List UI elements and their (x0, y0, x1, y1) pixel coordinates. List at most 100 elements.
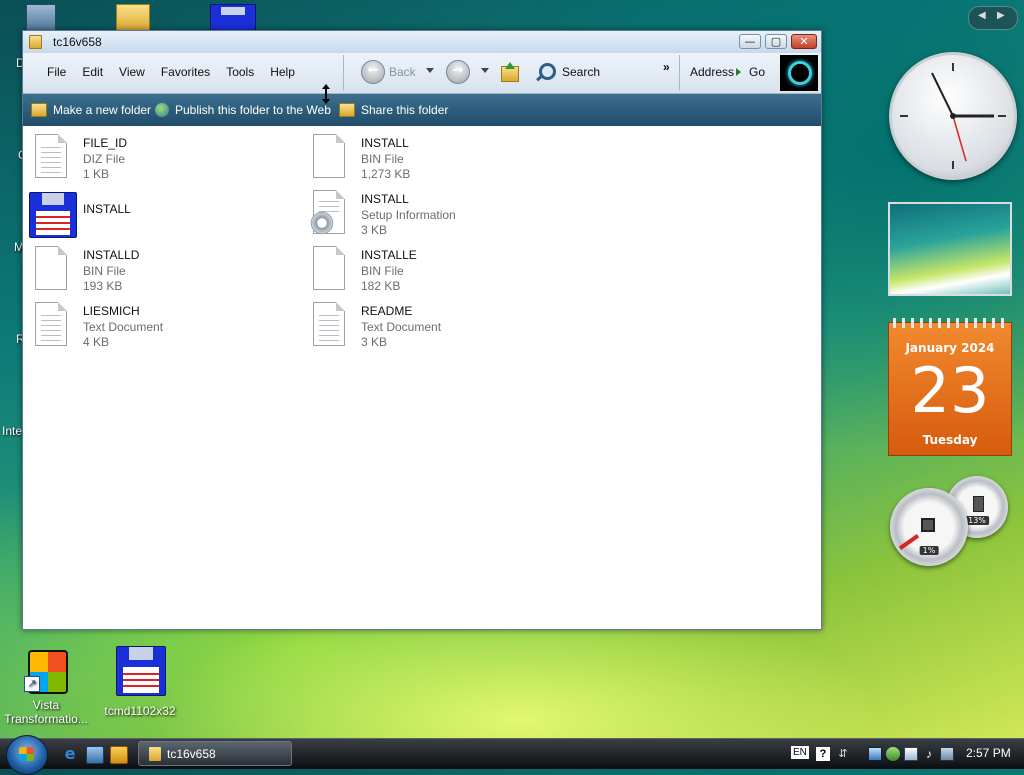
cpu-percent: 1% (919, 546, 939, 555)
calendar-weekday: Tuesday (922, 433, 978, 447)
file-type: Text Document (83, 320, 164, 334)
maximize-button[interactable]: ▢ (765, 34, 787, 49)
taskbar-window-button[interactable]: tc16v658 (138, 741, 292, 766)
menu-tools[interactable]: Tools (218, 65, 262, 79)
desktop-icon-tcmd[interactable]: tcmd1102x32 (98, 646, 182, 718)
toolbar-chevron-icon[interactable]: » (663, 60, 670, 74)
toolbar-separator (343, 55, 344, 91)
file-name: INSTALL (83, 202, 131, 216)
media-player-icon[interactable] (110, 746, 128, 764)
menu-help[interactable]: Help (262, 65, 303, 79)
toolbar-separator (679, 55, 680, 91)
back-label[interactable]: Back (389, 65, 416, 79)
desktop-icon-label: tcmd1102x32 (104, 704, 176, 718)
go-button[interactable]: Go (749, 65, 765, 79)
tray-app-icon[interactable] (886, 747, 900, 761)
back-arrow-icon: ← (367, 63, 379, 78)
file-item[interactable]: LIESMICH Text Document 4 KB (23, 298, 293, 350)
tray-arrows-icon[interactable]: ⇵ (836, 747, 850, 761)
file-type: DIZ File (83, 152, 125, 166)
file-name: INSTALL (361, 192, 409, 206)
cpu-chip-icon (921, 518, 935, 532)
setup-information-icon (309, 190, 347, 236)
blank-file-icon (311, 134, 347, 180)
search-button[interactable]: Search (562, 65, 600, 79)
vista-transformation-icon: ↗ (22, 648, 70, 696)
file-name: LIESMICH (83, 304, 140, 318)
make-new-folder-label: Make a new folder (53, 103, 152, 117)
internet-explorer-icon[interactable]: e (62, 746, 78, 762)
file-size: 1 KB (83, 167, 110, 181)
forward-dropdown-icon[interactable] (481, 68, 489, 73)
sidebar-prev-icon[interactable]: ◀ (978, 10, 986, 21)
memory-chip-icon (973, 496, 984, 512)
blank-file-icon (311, 246, 347, 292)
menu-favorites[interactable]: Favorites (153, 65, 218, 79)
folder-icon (149, 747, 161, 761)
calendar-gadget[interactable]: January 2024 23 Tuesday (888, 318, 1012, 456)
volume-icon[interactable]: ♪ (922, 747, 936, 761)
window-title: tc16v658 (53, 35, 102, 49)
desktop-icon-top-1[interactable] (26, 4, 56, 32)
publish-folder-button[interactable]: Publish this folder to the Web (155, 103, 331, 117)
file-type: Text Document (361, 320, 442, 334)
back-dropdown-icon[interactable] (426, 68, 434, 73)
menu-view[interactable]: View (111, 65, 153, 79)
title-bar[interactable]: tc16v658 — ▢ ✕ (23, 31, 821, 53)
calendar-day: 23 (910, 354, 990, 427)
share-folder-button[interactable]: Share this folder (339, 103, 448, 117)
windows-logo-icon (19, 747, 34, 761)
file-item[interactable]: INSTALL BIN File 1,273 KB (301, 130, 571, 182)
taskbar: e tc16v658 EN ? ⇵ ♪ 2:57 PM (0, 735, 1024, 775)
start-button[interactable] (6, 735, 48, 775)
file-item[interactable]: FILE_ID DIZ File 1 KB (23, 130, 293, 182)
taskbar-window-label: tc16v658 (167, 747, 216, 761)
file-item[interactable]: INSTALLD BIN File 193 KB (23, 242, 293, 294)
language-indicator[interactable]: EN (791, 746, 809, 759)
file-size: 193 KB (83, 279, 123, 293)
power-icon[interactable] (940, 747, 954, 761)
file-item[interactable]: INSTALLE BIN File 182 KB (301, 242, 571, 294)
close-button[interactable]: ✕ (791, 34, 817, 49)
back-button[interactable]: ← (361, 60, 385, 84)
floppy-disk-icon (29, 190, 77, 238)
menu-file[interactable]: File (39, 65, 74, 79)
go-arrow-icon[interactable] (736, 68, 741, 76)
desktop-icon-vista-transformation[interactable]: ↗ Vista Transformatio... (4, 648, 88, 726)
desktop-icon-top-folder[interactable] (116, 4, 150, 32)
file-type: BIN File (361, 264, 404, 278)
clock-face-icon (900, 63, 1006, 169)
make-new-folder-button[interactable]: Make a new folder (31, 103, 151, 117)
resize-cursor-icon (321, 84, 331, 104)
file-item[interactable]: INSTALL (23, 186, 293, 238)
minimize-button[interactable]: — (739, 34, 761, 49)
forward-button[interactable]: → (446, 60, 470, 84)
folder-icon (29, 35, 42, 49)
desktop-icon-top-floppy[interactable] (210, 4, 256, 32)
file-name: FILE_ID (83, 136, 128, 150)
security-center-icon[interactable] (904, 747, 918, 761)
globe-icon (155, 103, 169, 117)
cpu-meter-gadget[interactable]: 13% 1% (888, 474, 1014, 570)
clock-gadget[interactable] (889, 52, 1017, 180)
search-icon[interactable] (535, 61, 556, 83)
help-icon[interactable]: ? (816, 747, 830, 761)
taskbar-clock[interactable]: 2:57 PM (966, 746, 1011, 760)
file-size: 3 KB (361, 335, 388, 349)
publish-folder-label: Publish this folder to the Web (175, 103, 331, 117)
sidebar-next-icon[interactable]: ▶ (997, 10, 1005, 21)
address-label[interactable]: Address (690, 65, 734, 79)
up-folder-icon[interactable] (499, 62, 519, 82)
explorer-window[interactable]: tc16v658 — ▢ ✕ File Edit View Favorites … (22, 30, 822, 630)
file-list[interactable]: FILE_ID DIZ File 1 KB INSTALL BIN File 1… (23, 126, 821, 629)
file-item[interactable]: README Text Document 3 KB (301, 298, 571, 350)
file-type: BIN File (361, 152, 404, 166)
file-size: 3 KB (361, 223, 388, 237)
network-icon[interactable] (868, 747, 882, 761)
slideshow-gadget[interactable] (888, 202, 1012, 296)
text-document-icon (311, 302, 347, 348)
menu-edit[interactable]: Edit (74, 65, 111, 79)
file-item[interactable]: INSTALL Setup Information 3 KB (301, 186, 571, 238)
file-type: BIN File (83, 264, 126, 278)
show-desktop-icon[interactable] (86, 746, 104, 764)
